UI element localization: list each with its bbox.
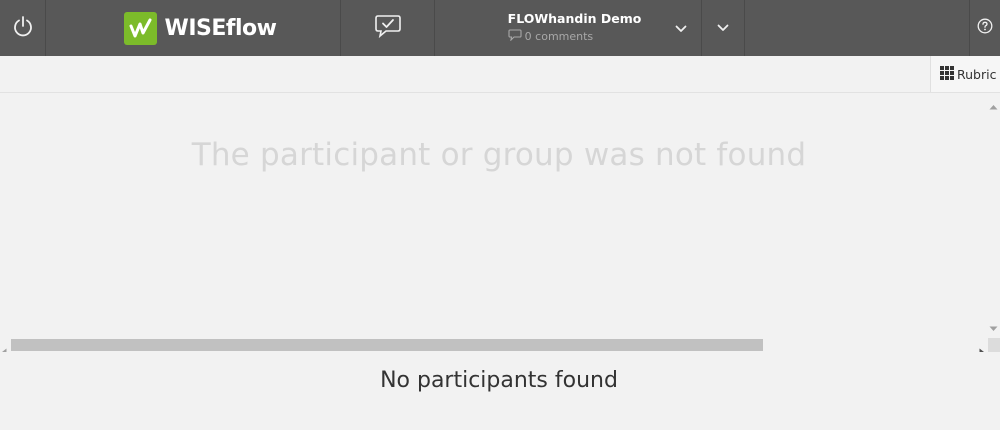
chevron-down-icon (717, 19, 729, 38)
chevron-down-icon[interactable] (675, 20, 687, 39)
toolbar: Rubric (0, 56, 1000, 93)
scroll-down-arrow-icon[interactable] (989, 317, 998, 336)
chat-check-icon (374, 14, 402, 43)
no-participants-message: No participants found (380, 368, 618, 393)
comment-icon (508, 28, 525, 46)
brand-name: WISEflow (164, 15, 277, 41)
flow-selector[interactable]: FLOWhandin Demo 0 comments (435, 0, 701, 56)
menu-dropdown-button[interactable] (702, 0, 744, 56)
divider (744, 0, 745, 56)
logout-button[interactable] (0, 0, 45, 56)
vertical-scrollbar[interactable] (988, 93, 1000, 338)
wiseflow-logo-icon (123, 11, 157, 45)
not-found-message: The participant or group was not found (191, 137, 807, 173)
flow-title: FLOWhandin Demo (507, 10, 642, 26)
scroll-up-arrow-icon[interactable] (989, 95, 998, 114)
rubric-label: Rubric (957, 66, 997, 82)
help-button[interactable] (970, 0, 1000, 56)
participants-panel: No participants found (0, 352, 1000, 430)
grid-icon (940, 65, 954, 84)
comments-link[interactable]: 0 comments (508, 28, 642, 46)
power-icon (12, 15, 34, 41)
brand[interactable]: WISEflow (46, 0, 340, 56)
top-bar: WISEflow FLOWhandin Demo 0 comments (0, 0, 1000, 56)
horizontal-scrollbar[interactable] (0, 338, 988, 356)
comments-count: 0 comments (524, 30, 594, 43)
scrollbar-thumb[interactable] (11, 339, 763, 351)
scrollbar-corner (988, 338, 1000, 352)
feedback-button[interactable] (341, 0, 434, 56)
rubric-button[interactable]: Rubric (930, 56, 1000, 92)
help-icon (977, 18, 993, 38)
submission-viewer: The participant or group was not found (0, 93, 988, 338)
